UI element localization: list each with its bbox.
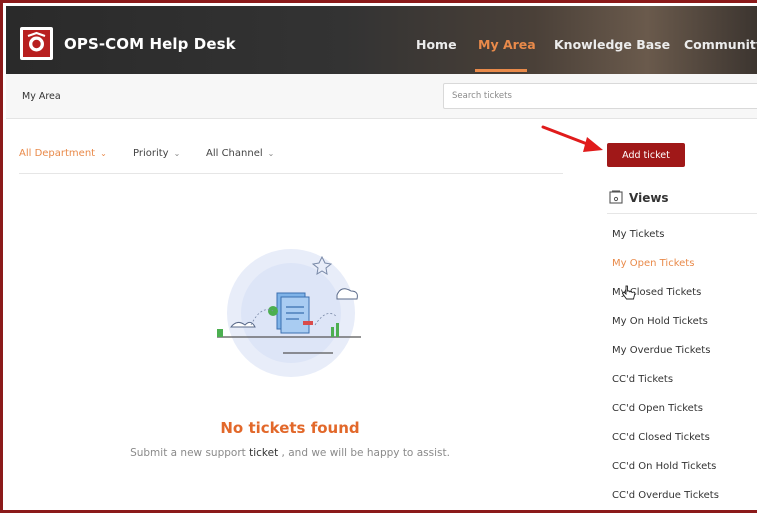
- filter-divider: [19, 173, 563, 174]
- breadcrumb[interactable]: My Area: [22, 91, 61, 102]
- view-ccd-open-tickets[interactable]: CC'd Open Tickets: [612, 403, 703, 414]
- annotation-arrow-icon: [541, 125, 603, 152]
- app-frame: OPS-COM Help Desk Home My Area Knowledge…: [0, 0, 757, 513]
- nav-knowledge-base[interactable]: Knowledge Base: [554, 37, 670, 52]
- view-ccd-on-hold-tickets[interactable]: CC'd On Hold Tickets: [612, 461, 716, 472]
- nav-my-area[interactable]: My Area: [478, 37, 536, 52]
- empty-state-text-before: Submit a new support: [130, 447, 250, 459]
- ops-com-logo-icon: [23, 30, 50, 57]
- add-ticket-button[interactable]: Add ticket: [607, 143, 685, 167]
- empty-state-subtitle: Submit a new support ticket , and we wil…: [3, 447, 577, 459]
- empty-state-illustration: [211, 241, 371, 395]
- views-divider: [607, 213, 757, 214]
- chevron-down-icon: ⌄: [267, 149, 275, 158]
- brand-title[interactable]: OPS-COM Help Desk: [64, 35, 236, 53]
- hand-pointer-icon: [622, 285, 636, 300]
- view-ccd-closed-tickets[interactable]: CC'd Closed Tickets: [612, 432, 710, 443]
- no-tickets-icon: [217, 249, 361, 377]
- empty-state-text-after: , and we will be happy to assist.: [278, 447, 450, 459]
- filter-department-label: All Department: [19, 148, 96, 159]
- nav-active-indicator: [475, 69, 527, 72]
- filter-channel[interactable]: All Channel ⌄: [206, 148, 274, 159]
- nav-community[interactable]: Community: [684, 37, 757, 52]
- view-my-open-tickets[interactable]: My Open Tickets: [612, 258, 694, 269]
- chevron-down-icon: ⌄: [100, 149, 107, 158]
- view-my-overdue-tickets[interactable]: My Overdue Tickets: [612, 345, 710, 356]
- search-input[interactable]: [443, 83, 757, 109]
- filter-priority-label: Priority: [133, 148, 169, 159]
- nav-home[interactable]: Home: [416, 37, 457, 52]
- views-folder-icon: [609, 190, 623, 204]
- logo[interactable]: [20, 27, 53, 60]
- view-my-on-hold-tickets[interactable]: My On Hold Tickets: [612, 316, 708, 327]
- view-my-tickets[interactable]: My Tickets: [612, 229, 665, 240]
- new-ticket-link[interactable]: ticket: [249, 447, 278, 459]
- filter-channel-label: All Channel: [206, 148, 263, 159]
- filter-priority[interactable]: Priority ⌄: [133, 148, 180, 159]
- chevron-down-icon: ⌄: [173, 149, 181, 158]
- filter-department[interactable]: All Department ⌄: [19, 148, 107, 159]
- sub-header-bar: My Area: [6, 74, 757, 119]
- view-ccd-overdue-tickets[interactable]: CC'd Overdue Tickets: [612, 490, 719, 501]
- empty-state-title: No tickets found: [220, 419, 360, 437]
- view-ccd-tickets[interactable]: CC'd Tickets: [612, 374, 673, 385]
- views-title: Views: [629, 191, 669, 205]
- top-header: OPS-COM Help Desk Home My Area Knowledge…: [6, 6, 757, 74]
